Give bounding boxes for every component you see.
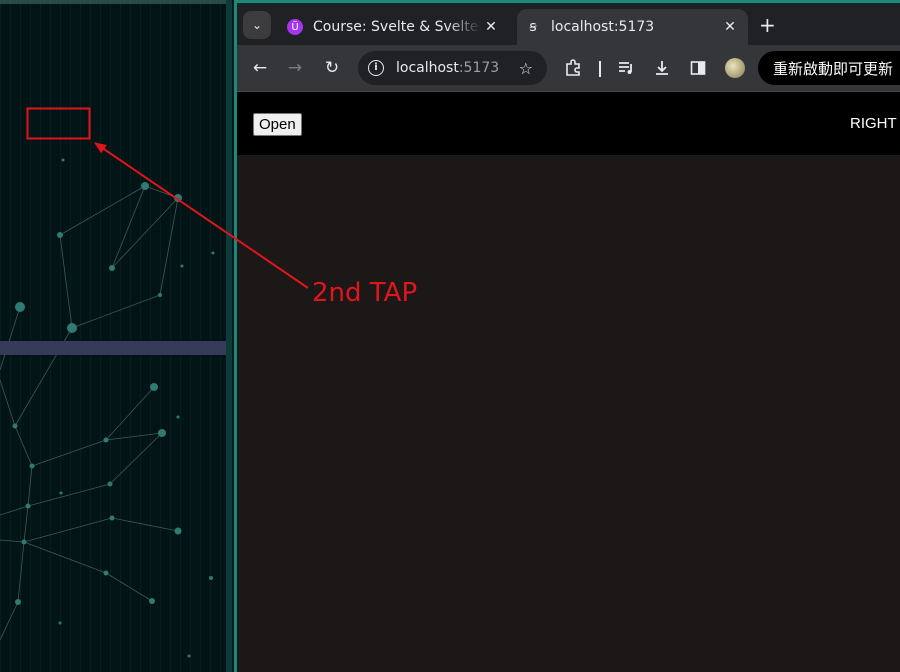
right-label: RIGHT [850, 115, 897, 132]
profile-avatar[interactable] [725, 58, 745, 78]
close-icon[interactable]: ✕ [481, 19, 501, 35]
browser-window: ⌄ Ü Course: Svelte & SvelteKit ✕ ꞩ local… [234, 0, 900, 672]
chevron-down-icon: ⌄ [251, 18, 263, 32]
udemy-icon: Ü [287, 19, 303, 35]
tab-search-button[interactable]: ⌄ [243, 11, 271, 39]
forward-icon[interactable]: → [282, 55, 308, 81]
browser-toolbar: ← → ↻ i localhost:5173 ☆ 重新啟動即可更新 [237, 45, 900, 92]
toolbar-divider [599, 61, 601, 77]
tab-strip: ⌄ Ü Course: Svelte & SvelteKit ✕ ꞩ local… [237, 3, 900, 45]
network-wallpaper [0, 158, 215, 658]
desktop-background [0, 0, 232, 672]
web-page: Open RIGHT [237, 92, 900, 672]
desktop-window-edge [226, 0, 232, 672]
url-host: localhost [396, 60, 459, 76]
page-header: Open RIGHT [237, 92, 900, 155]
new-tab-button[interactable]: + [759, 13, 776, 37]
tab-localhost[interactable]: ꞩ localhost:5173 ✕ [517, 9, 748, 45]
extensions-icon[interactable] [562, 57, 584, 79]
back-icon[interactable]: ← [247, 55, 273, 81]
bookmark-star-icon[interactable]: ☆ [519, 59, 533, 78]
side-panel-icon[interactable] [687, 57, 709, 79]
reload-icon[interactable]: ↻ [319, 55, 345, 81]
tab-course-title: Course: Svelte & SvelteKit [313, 19, 481, 35]
update-button[interactable]: 重新啟動即可更新 [758, 51, 900, 85]
tab-course[interactable]: Ü Course: Svelte & SvelteKit ✕ [279, 9, 509, 45]
media-queue-icon[interactable] [615, 57, 637, 79]
open-button[interactable]: Open [253, 113, 302, 136]
download-icon[interactable] [651, 57, 673, 79]
info-icon[interactable]: i [368, 60, 384, 76]
tab-localhost-title: localhost:5173 [551, 19, 655, 35]
svelte-icon: ꞩ [529, 19, 537, 35]
url-port: :5173 [458, 60, 500, 76]
close-icon[interactable]: ✕ [720, 19, 740, 35]
desktop-panel-bar [0, 341, 226, 355]
address-bar[interactable]: i localhost:5173 ☆ [358, 51, 547, 85]
annotation-label: 2nd TAP [312, 278, 418, 308]
